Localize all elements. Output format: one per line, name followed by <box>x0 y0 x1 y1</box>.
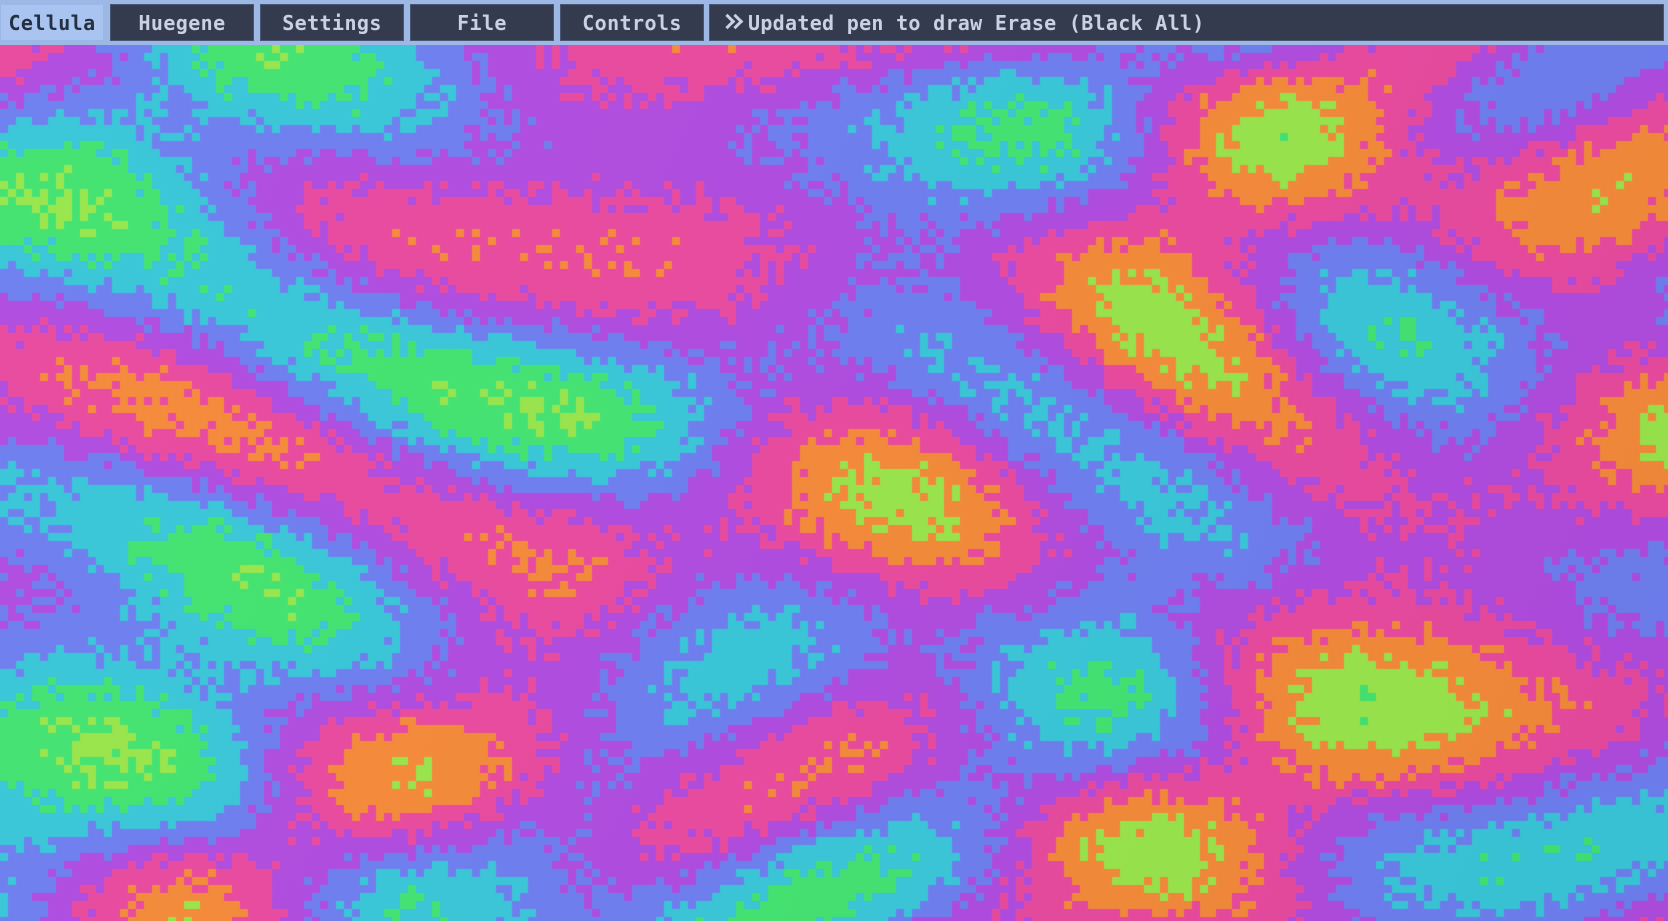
cellular-automaton-canvas[interactable] <box>0 45 1668 921</box>
settings-menu-button[interactable]: Settings <box>260 4 404 41</box>
app-title-button[interactable]: Cellula <box>0 4 104 41</box>
top-menu-bar: Cellula Huegene Settings File Controls U… <box>0 0 1668 45</box>
simulation-canvas-container[interactable] <box>0 45 1668 921</box>
controls-menu-button[interactable]: Controls <box>560 4 704 41</box>
status-message-box: Updated pen to draw Erase (Black All) <box>709 4 1664 41</box>
file-menu-button[interactable]: File <box>410 4 554 41</box>
double-chevron-right-icon <box>723 12 741 34</box>
status-message-text: Updated pen to draw Erase (Black All) <box>748 10 1205 35</box>
cellula-window: Cellula Huegene Settings File Controls U… <box>0 0 1668 921</box>
huegene-menu-button[interactable]: Huegene <box>110 4 254 41</box>
